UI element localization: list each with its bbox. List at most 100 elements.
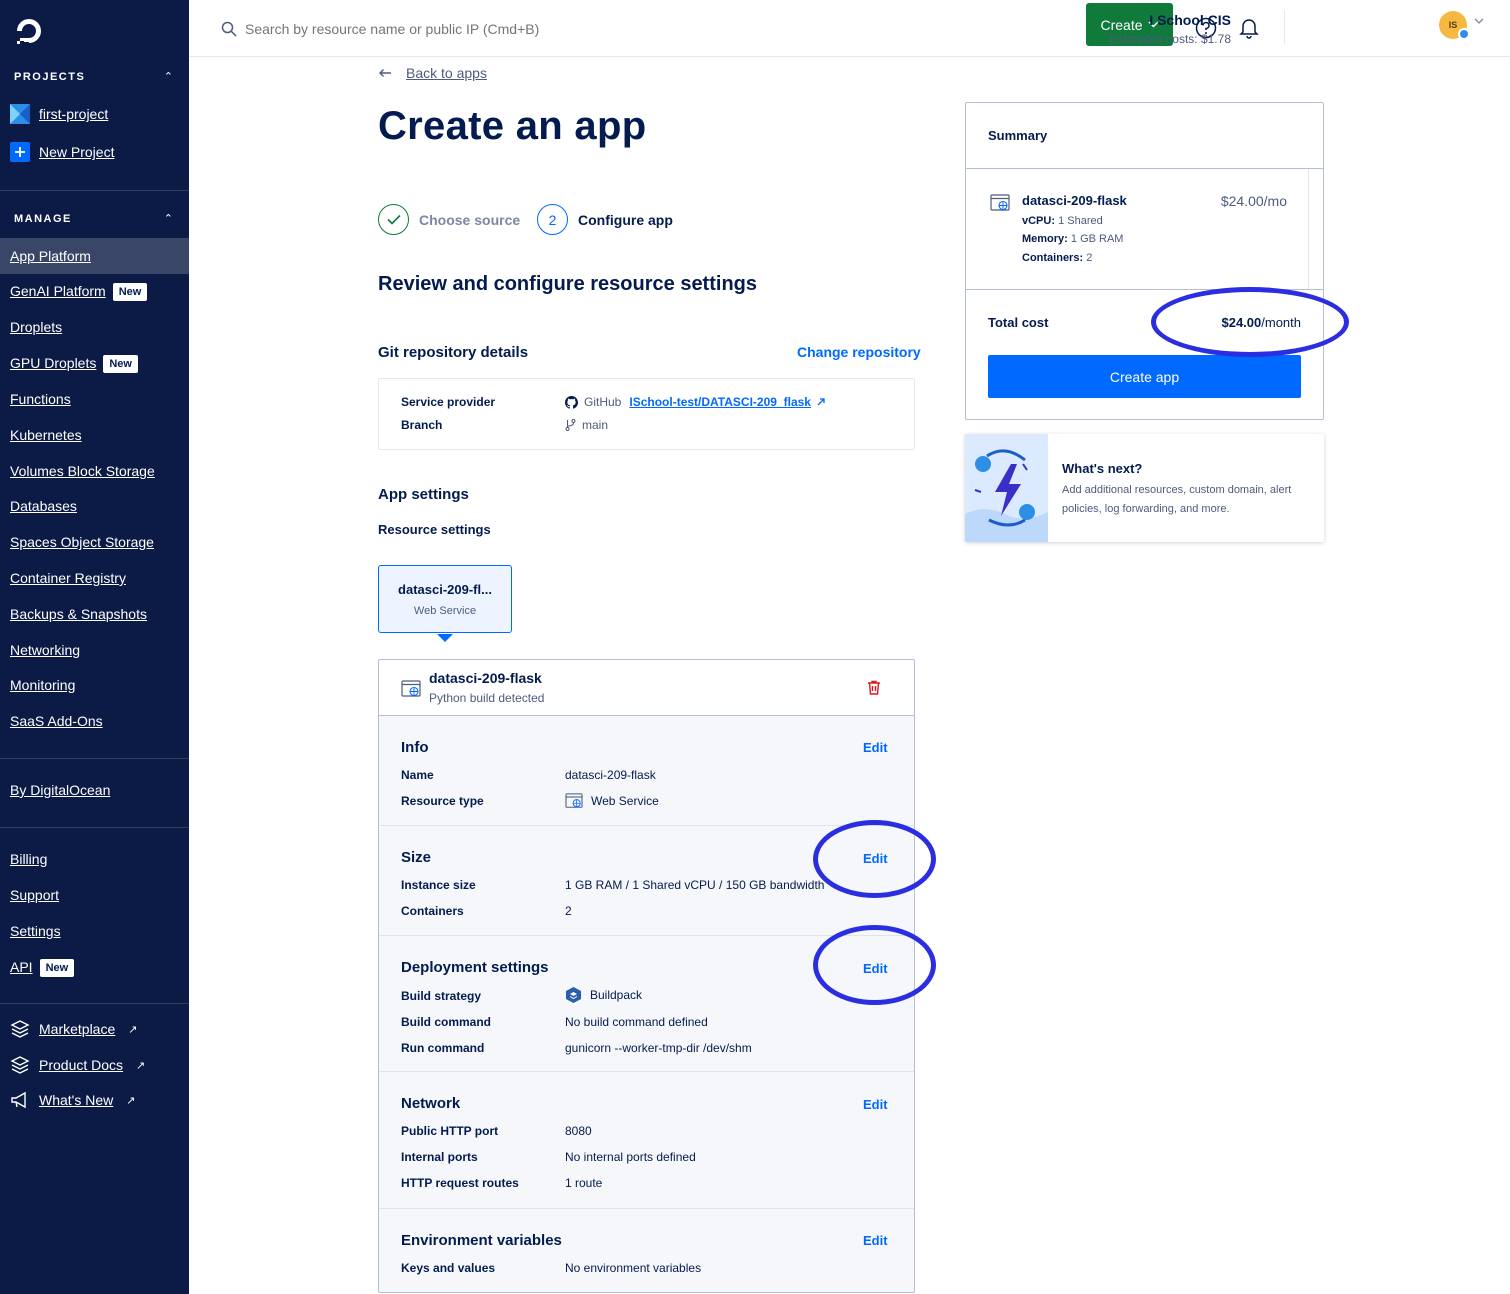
- field-label: Public HTTP port: [401, 1124, 499, 1138]
- field-value: datasci-209-flask: [565, 768, 656, 782]
- section-title: Deployment settings: [401, 959, 549, 976]
- total-cost-label: Total cost: [988, 315, 1049, 330]
- sidebar-item-droplets[interactable]: Droplets: [10, 319, 62, 335]
- info-section: Info Edit Name datasci-209-flask Resourc…: [379, 716, 914, 826]
- whats-next-card: What's next? Add additional resources, c…: [965, 434, 1324, 542]
- sidebar-item-product-docs[interactable]: Product Docs ↗: [10, 1056, 145, 1074]
- sidebar-item-functions[interactable]: Functions: [10, 391, 71, 407]
- bell-icon[interactable]: [1239, 17, 1259, 39]
- annotation-ellipse-size-edit: [813, 820, 936, 898]
- sidebar-item-volumes[interactable]: Volumes Block Storage: [10, 463, 155, 479]
- sidebar-item-marketplace[interactable]: Marketplace ↗: [10, 1020, 137, 1038]
- megaphone-icon: [11, 1091, 26, 1109]
- step-choose-source[interactable]: Choose source: [378, 204, 520, 235]
- chevron-up-icon[interactable]: ⌃: [164, 212, 173, 225]
- section-title: Info: [401, 739, 429, 756]
- sidebar-project-label: New Project: [39, 144, 115, 160]
- account-name[interactable]: I School CIS: [1149, 12, 1231, 28]
- edit-env-button[interactable]: Edit: [863, 1233, 888, 1248]
- summary-containers: Containers: 2: [1022, 252, 1092, 264]
- edit-network-button[interactable]: Edit: [863, 1097, 888, 1112]
- back-to-apps-link[interactable]: Back to apps: [378, 65, 487, 81]
- sidebar-item-genai-platform[interactable]: GenAI Platform New: [10, 283, 148, 302]
- git-details-box: Service provider GitHub ISchool-test/DAT…: [378, 378, 915, 450]
- component-name: datasci-209-flask: [429, 670, 542, 686]
- resource-type-value: Web Service: [591, 794, 659, 808]
- digitalocean-logo-icon[interactable]: [14, 16, 44, 46]
- field-value: No internal ports defined: [565, 1150, 696, 1164]
- field-value: gunicorn --worker-tmp-dir /dev/shm: [565, 1041, 752, 1055]
- sidebar-item-settings[interactable]: Settings: [10, 923, 61, 939]
- sidebar-item-saas-addons[interactable]: SaaS Add-Ons: [10, 713, 103, 729]
- manage-heading: MANAGE: [14, 213, 72, 225]
- change-repository-link[interactable]: Change repository: [797, 344, 921, 360]
- whats-next-title: What's next?: [1062, 461, 1143, 476]
- sidebar-item-label: GenAI Platform: [10, 283, 106, 299]
- resource-card-datasci-209-flask[interactable]: datasci-209-fl... Web Service: [378, 565, 512, 633]
- build-strategy-value: Buildpack: [590, 988, 643, 1002]
- sidebar-item-by-digitalocean[interactable]: By DigitalOcean: [10, 782, 110, 798]
- resource-card-subtitle: Web Service: [413, 605, 477, 617]
- sidebar-project-label: first-project: [39, 106, 109, 122]
- external-link-icon: [817, 398, 825, 406]
- sidebar-item-label: GPU Droplets: [10, 355, 97, 371]
- resource-card-title: datasci-209-fl...: [398, 582, 492, 597]
- summary-memory: Memory: 1 GB RAM: [1022, 233, 1123, 245]
- sidebar-item-api[interactable]: API New: [10, 959, 75, 978]
- sidebar-item-support[interactable]: Support: [10, 887, 59, 903]
- page-title: Create an app: [378, 104, 647, 148]
- field-label: HTTP request routes: [401, 1176, 519, 1190]
- review-heading: Review and configure resource settings: [378, 273, 757, 295]
- sidebar-item-databases[interactable]: Databases: [10, 498, 77, 514]
- field-value: No environment variables: [565, 1261, 702, 1275]
- service-provider-value: GitHub ISchool-test/DATASCI-209_flask: [565, 395, 825, 409]
- web-service-icon: [990, 194, 1010, 211]
- marketplace-icon: [10, 1020, 30, 1038]
- sidebar-project-first-project[interactable]: first-project: [10, 104, 108, 124]
- sidebar-item-gpu-droplets[interactable]: GPU Droplets New: [10, 355, 138, 374]
- field-value: No build command defined: [565, 1015, 708, 1029]
- edit-info-button[interactable]: Edit: [863, 740, 888, 755]
- spec-value: 1 Shared: [1058, 215, 1103, 227]
- sidebar-item-backups[interactable]: Backups & Snapshots: [10, 606, 147, 622]
- field-label: Containers: [401, 904, 464, 918]
- field-value: 2: [565, 904, 572, 918]
- buildpack-icon: [566, 987, 581, 1003]
- step-label: Configure app: [578, 211, 673, 228]
- field-label: Keys and values: [401, 1261, 496, 1275]
- sidebar-new-project[interactable]: New Project: [10, 142, 114, 162]
- estimated-costs: Estimated costs: $1.78: [1109, 32, 1231, 46]
- search-input[interactable]: [245, 16, 745, 42]
- field-value: Web Service: [565, 793, 659, 809]
- sidebar: PROJECTS ⌃ first-project New Project MAN…: [0, 0, 189, 1294]
- sidebar-item-app-platform[interactable]: App Platform: [10, 248, 91, 264]
- chevron-up-icon[interactable]: ⌃: [164, 70, 173, 83]
- section-title: Network: [401, 1095, 461, 1112]
- sidebar-item-label: Product Docs: [39, 1057, 124, 1073]
- field-label: Internal ports: [401, 1150, 478, 1164]
- chevron-down-icon[interactable]: [1474, 18, 1484, 24]
- sidebar-item-kubernetes[interactable]: Kubernetes: [10, 427, 82, 443]
- sidebar-item-container-registry[interactable]: Container Registry: [10, 570, 126, 586]
- external-link-icon: ↗: [126, 1094, 136, 1107]
- back-link-label: Back to apps: [406, 65, 487, 81]
- sidebar-item-label: What's New: [39, 1092, 114, 1108]
- summary-scrollbar[interactable]: [1308, 169, 1309, 289]
- plus-icon: [10, 142, 30, 162]
- projects-heading: PROJECTS: [14, 71, 86, 83]
- new-badge: New: [103, 355, 138, 374]
- step-number: 2: [537, 204, 568, 235]
- create-app-button[interactable]: Create app: [988, 355, 1301, 398]
- sidebar-item-spaces[interactable]: Spaces Object Storage: [10, 534, 154, 550]
- web-service-icon: [565, 793, 583, 808]
- sidebar-item-networking[interactable]: Networking: [10, 642, 80, 658]
- sidebar-item-whats-new[interactable]: What's New ↗: [10, 1091, 135, 1109]
- repository-link[interactable]: ISchool-test/DATASCI-209_flask: [629, 395, 811, 409]
- field-value: 1 GB RAM / 1 Shared vCPU / 150 GB bandwi…: [565, 878, 825, 892]
- spec-label: vCPU:: [1022, 215, 1056, 227]
- sidebar-item-monitoring[interactable]: Monitoring: [10, 677, 75, 693]
- trash-icon[interactable]: [867, 680, 881, 695]
- summary-divider: [966, 168, 1323, 169]
- new-badge: New: [112, 283, 148, 302]
- sidebar-item-billing[interactable]: Billing: [10, 851, 47, 867]
